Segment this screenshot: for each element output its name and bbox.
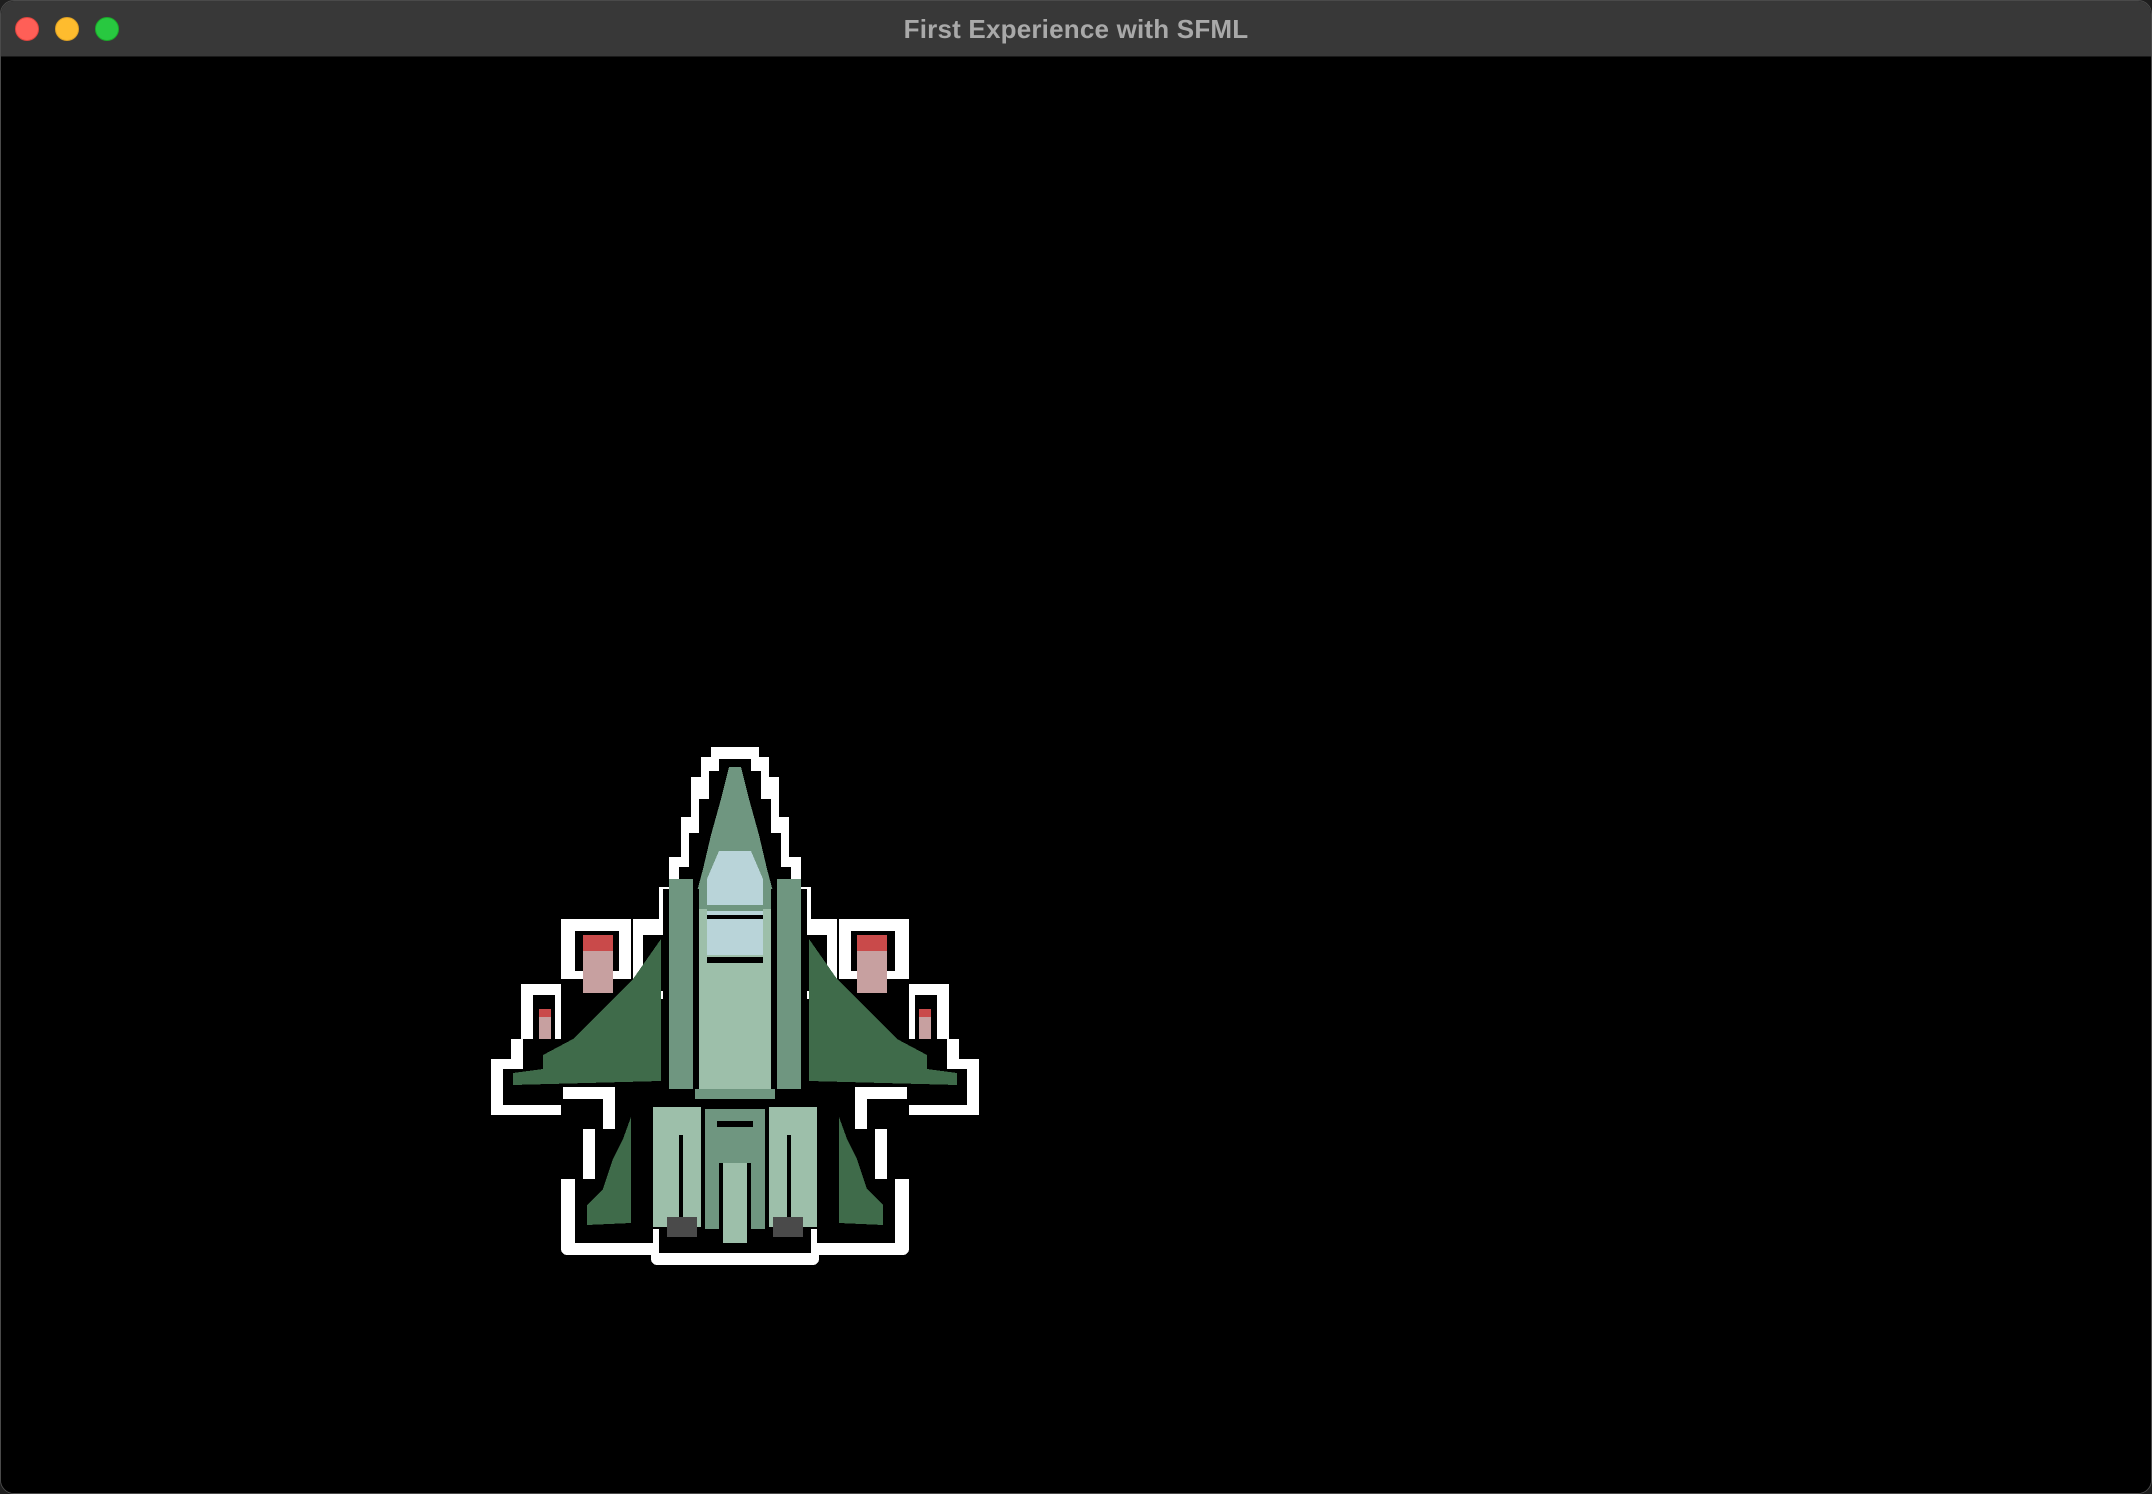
window-title: First Experience with SFML (903, 14, 1249, 44)
title-bar[interactable]: First Experience with SFML (1, 1, 2151, 57)
fighter-jet-sprite (491, 747, 979, 1265)
sprite-fuselage (653, 767, 817, 1243)
app-window: First Experience with SFML (0, 0, 2152, 1494)
game-canvas[interactable] (1, 57, 2151, 1493)
